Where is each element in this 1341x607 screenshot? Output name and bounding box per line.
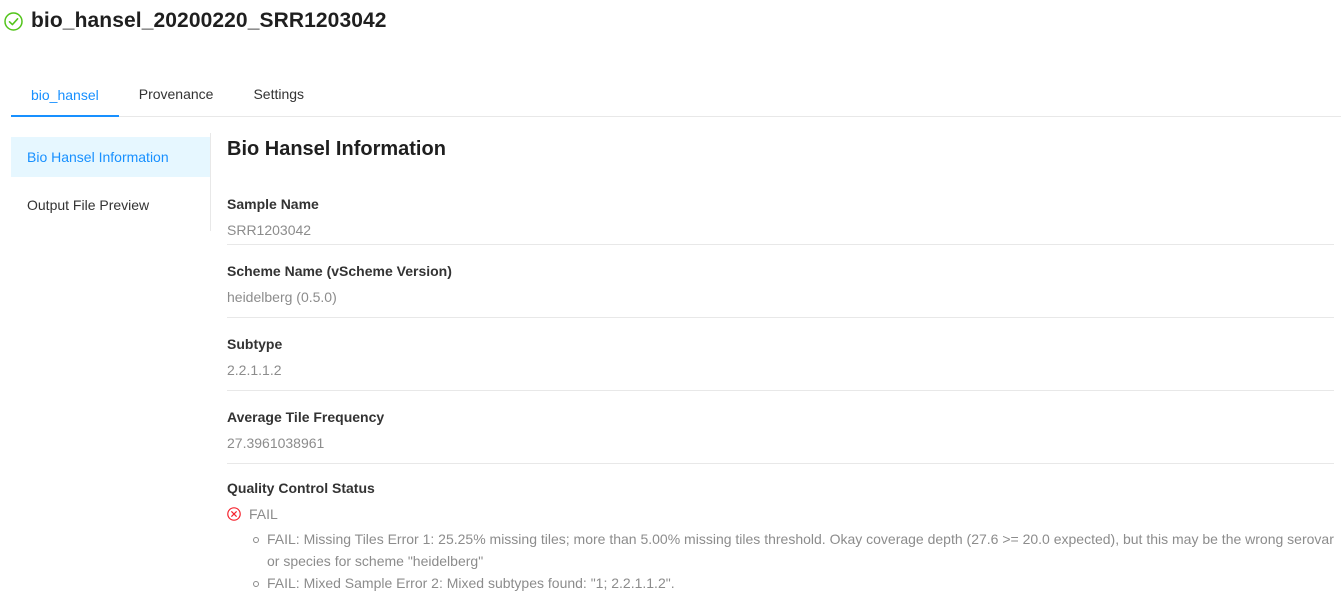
field-label: Quality Control Status [227,480,375,496]
qc-message-list: FAIL: Missing Tiles Error 1: 25.25% miss… [227,528,1334,594]
close-circle-icon [227,507,241,521]
main-content: Bio Hansel Information Sample Name SRR12… [227,137,1334,594]
info-list: Sample Name SRR1203042 Scheme Name (vSch… [227,195,1334,594]
field-value: 27.3961038961 [227,435,325,451]
check-circle-icon [4,11,23,31]
menu-item-bio-hansel-information[interactable]: Bio Hansel Information [11,137,210,177]
qc-status-text: FAIL [249,506,278,522]
list-item-subtype: Subtype 2.2.1.1.2 [227,318,1334,391]
field-label: Average Tile Frequency [227,409,385,425]
page-header: bio_hansel_20200220_SRR1203042 [4,9,387,33]
list-item: FAIL: Mixed Sample Error 2: Mixed subtyp… [253,572,1334,594]
section-title: Bio Hansel Information [227,138,446,160]
page-title: bio_hansel_20200220_SRR1203042 [31,9,387,32]
qc-status: FAIL [227,505,1334,523]
side-menu: Bio Hansel Information Output File Previ… [11,133,211,231]
list-item: FAIL: Missing Tiles Error 1: 25.25% miss… [253,528,1334,572]
field-label: Sample Name [227,196,319,212]
list-item-sample-name: Sample Name SRR1203042 [227,195,1334,245]
tab-settings[interactable]: Settings [233,72,324,116]
analysis-page: bio_hansel_20200220_SRR1203042 bio_hanse… [0,0,1341,607]
tab-bar: bio_hansel Provenance Settings [11,72,1341,117]
tab-bio-hansel[interactable]: bio_hansel [11,72,119,117]
tab-provenance[interactable]: Provenance [119,72,234,116]
field-value: 2.2.1.1.2 [227,362,282,378]
menu-item-output-file-preview[interactable]: Output File Preview [11,185,210,225]
list-item-scheme-name: Scheme Name (vScheme Version) heidelberg… [227,245,1334,318]
field-label: Scheme Name (vScheme Version) [227,263,452,279]
list-item-quality-control-status: Quality Control Status FAIL FAIL: Missin… [227,464,1334,594]
field-value: SRR1203042 [227,222,312,238]
field-label: Subtype [227,336,283,352]
field-value: heidelberg (0.5.0) [227,289,337,305]
list-item-average-tile-frequency: Average Tile Frequency 27.3961038961 [227,391,1334,464]
